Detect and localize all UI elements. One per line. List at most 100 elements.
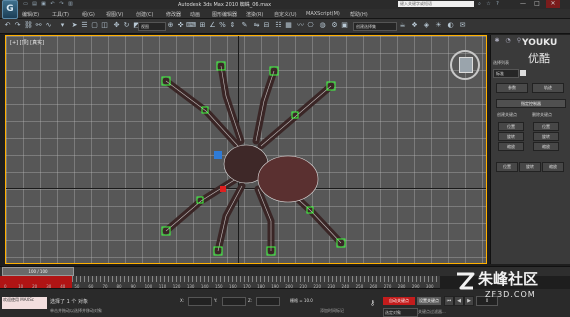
menu-views[interactable]: 视图(V) — [106, 11, 123, 18]
quick-render-icon[interactable]: ◈ — [422, 21, 431, 30]
menu-graph-editors[interactable]: 图形编辑器 — [212, 11, 237, 18]
snap-toggle-icon[interactable]: ⊞ — [198, 21, 207, 30]
add-time-tag-button[interactable]: 添加时间标记 — [320, 308, 344, 314]
percent-snap-icon[interactable]: % — [218, 21, 227, 30]
menu-maxscript[interactable]: MAXScript(M) — [306, 11, 340, 17]
search-icon[interactable]: ⌕ — [476, 1, 483, 7]
star-icon[interactable]: ☆ — [485, 1, 492, 7]
delete-scale-key-button[interactable]: 缩放 — [533, 142, 559, 151]
bind-space-warp-icon[interactable]: ∿ — [44, 21, 53, 30]
viewport-top[interactable]: [+] [顶] [真实] — [5, 35, 487, 264]
menu-help[interactable]: 帮助(H) — [350, 11, 368, 18]
grid-size-readout: 栅格 = 10.0 — [290, 298, 313, 303]
create-scale-key-button[interactable]: 缩放 — [498, 142, 524, 151]
menu-group[interactable]: 组(G) — [82, 11, 95, 18]
position-tab[interactable]: 位置 — [496, 162, 518, 172]
spinner-snap-icon[interactable]: ⇕ — [228, 21, 237, 30]
curve-editor-icon[interactable]: 〰 — [296, 21, 305, 30]
viewcube-icon[interactable] — [459, 57, 473, 73]
new-file-icon[interactable]: ▭ — [22, 1, 29, 7]
play-icon[interactable]: ▶ — [464, 296, 474, 306]
key-icon[interactable]: ⚷ — [370, 299, 375, 307]
object-name-field[interactable]: 标准 — [493, 69, 519, 78]
material-editor-icon[interactable]: ◍ — [318, 21, 327, 30]
environment-icon[interactable]: ☀ — [434, 21, 443, 30]
scale-tab[interactable]: 缩放 — [542, 162, 564, 172]
menu-animation[interactable]: 动画 — [190, 11, 200, 18]
create-tab-icon[interactable]: ✱ — [492, 37, 502, 45]
create-rotation-key-button[interactable]: 旋转 — [498, 132, 524, 141]
render-production-icon[interactable]: ☕ — [398, 21, 407, 30]
link-icon[interactable]: ⛓ — [24, 21, 33, 30]
select-manipulate-icon[interactable]: ✜ — [176, 21, 185, 30]
undo-icon[interactable]: ↶ — [3, 21, 12, 30]
window-crossing-icon[interactable]: ◫ — [100, 21, 109, 30]
track-bar-ticks — [72, 276, 440, 282]
time-slider-thumb[interactable]: 100 / 100 — [2, 267, 74, 276]
trajectories-button[interactable]: 轨迹 — [532, 83, 564, 93]
menu-customize[interactable]: 自定义(U) — [274, 11, 297, 18]
object-color-swatch[interactable] — [520, 70, 526, 76]
render-message-icon[interactable]: ✉ — [458, 21, 467, 30]
search-input[interactable]: 键入关键字或短语 — [398, 1, 474, 7]
key-filters-button[interactable]: 关键点过滤器... — [418, 309, 446, 315]
angle-snap-icon[interactable]: ∠ — [208, 21, 217, 30]
menu-rendering[interactable]: 渲染(R) — [246, 11, 263, 18]
modify-tab-icon[interactable]: ◔ — [503, 37, 513, 45]
x-coord-field[interactable] — [188, 297, 212, 306]
selection-filter-icon[interactable]: ▾ — [58, 21, 67, 30]
menu-modifiers[interactable]: 修改器 — [166, 11, 181, 18]
unlink-icon[interactable]: ⚯ — [34, 21, 43, 30]
delete-rotation-key-button[interactable]: 旋转 — [533, 132, 559, 141]
assign-controller-rollout[interactable]: 指定控制器 — [496, 99, 566, 108]
select-rotate-icon[interactable]: ↻ — [122, 21, 131, 30]
select-object-icon[interactable]: ➤ — [70, 21, 79, 30]
menu-edit[interactable]: 编辑(E) — [22, 11, 39, 18]
y-coord-field[interactable] — [222, 297, 246, 306]
align-icon[interactable]: ⊟ — [262, 21, 271, 30]
redo-icon[interactable]: ↷ — [58, 1, 65, 7]
project-folder-icon[interactable]: ▥ — [67, 1, 74, 7]
select-by-name-icon[interactable]: ☰ — [80, 21, 89, 30]
set-key-button[interactable]: 设置关键点 — [417, 297, 441, 305]
render-setup-icon[interactable]: ⚙ — [330, 21, 339, 30]
undo-icon[interactable]: ↶ — [49, 1, 56, 7]
close-button[interactable]: ✕ — [546, 0, 560, 8]
spider-model[interactable] — [146, 61, 356, 256]
pivot-center-icon[interactable]: ⊕ — [166, 21, 175, 30]
keyboard-shortcut-icon[interactable]: ⌨ — [186, 21, 196, 30]
graphite-ribbon-icon[interactable]: ▦ — [284, 21, 293, 30]
redo-icon[interactable]: ↷ — [13, 21, 22, 30]
minimize-button[interactable]: — — [516, 0, 530, 8]
activeshade-icon[interactable]: ◐ — [446, 21, 455, 30]
save-file-icon[interactable]: ▣ — [40, 1, 47, 7]
z-coord-field[interactable] — [256, 297, 280, 306]
edit-named-selection-icon[interactable]: ✎ — [240, 21, 249, 30]
named-selection-dropdown[interactable]: 创建选择集 — [353, 22, 397, 31]
schematic-view-icon[interactable]: ⎔ — [306, 21, 315, 30]
help-icon[interactable]: ? — [494, 1, 501, 7]
prev-frame-icon[interactable]: ◀ — [454, 296, 464, 306]
app-menu-button[interactable]: G — [2, 0, 18, 19]
viewport-label[interactable]: [+] [顶] [真实] — [10, 39, 44, 46]
menu-create[interactable]: 创建(C) — [136, 11, 153, 18]
layer-manager-icon[interactable]: ☷ — [274, 21, 283, 30]
rotation-tab[interactable]: 旋转 — [519, 162, 541, 172]
key-selection-dropdown[interactable]: 选定对象 — [383, 308, 418, 317]
mirror-icon[interactable]: ⇋ — [252, 21, 261, 30]
open-file-icon[interactable]: ▤ — [31, 1, 38, 7]
delete-position-key-button[interactable]: 位置 — [533, 122, 559, 131]
menu-tools[interactable]: 工具(T) — [52, 11, 69, 18]
render-frame-icon[interactable]: ▣ — [340, 21, 349, 30]
parameters-button[interactable]: 参数 — [496, 83, 528, 93]
maxscript-listener[interactable]: 欢迎使用 MAXSc — [2, 297, 47, 309]
goto-start-icon[interactable]: ⏮ — [444, 296, 454, 306]
zf3d-watermark-url: ZF3D.COM — [485, 290, 536, 299]
maximize-button[interactable]: □ — [530, 0, 544, 8]
select-move-icon[interactable]: ✥ — [112, 21, 121, 30]
create-position-key-button[interactable]: 位置 — [498, 122, 524, 131]
render-iterative-icon[interactable]: ❖ — [410, 21, 419, 30]
rect-selection-icon[interactable]: ▢ — [90, 21, 99, 30]
auto-key-button[interactable]: 自动关键点 — [383, 297, 415, 305]
reference-coordinate-dropdown[interactable]: 视图 — [138, 22, 166, 31]
